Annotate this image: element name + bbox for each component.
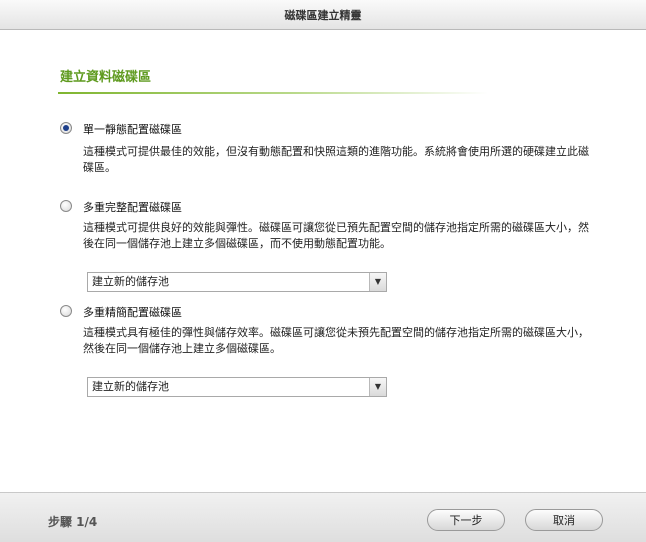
option-multiple-thick-label[interactable]: 多重完整配置磁碟區 — [83, 199, 182, 215]
wizard-footer: 步驟 1/4 下一步 取消 — [0, 492, 646, 542]
window-title: 磁碟區建立精靈 — [284, 8, 362, 22]
option-single-static-label[interactable]: 單一靜態配置磁碟區 — [83, 121, 182, 137]
section-divider — [58, 92, 488, 94]
radio-multiple-thin[interactable] — [60, 305, 72, 317]
window-titlebar: 磁碟區建立精靈 — [0, 0, 646, 30]
section-title: 建立資料磁碟區 — [60, 70, 152, 85]
wizard-content: 建立資料磁碟區 單一靜態配置磁碟區 這種模式可提供最佳的效能，但沒有動態配置和快… — [0, 30, 646, 492]
option-single-static-description: 這種模式可提供最佳的效能，但沒有動態配置和快照這類的進階功能。系統將會使用所選的… — [83, 145, 589, 174]
next-button[interactable]: 下一步 — [427, 509, 505, 531]
radio-single-static[interactable] — [60, 122, 72, 134]
option-multiple-thin-label[interactable]: 多重精簡配置磁碟區 — [83, 304, 182, 320]
radio-multiple-thick[interactable] — [60, 200, 72, 212]
chevron-down-icon[interactable]: ▼ — [369, 273, 386, 291]
step-indicator: 步驟 1/4 — [48, 515, 98, 529]
pool-select-thick-value: 建立新的儲存池 — [92, 275, 169, 288]
pool-select-thin[interactable]: 建立新的儲存池 ▼ — [87, 377, 387, 397]
chevron-down-icon[interactable]: ▼ — [369, 378, 386, 396]
pool-select-thin-value: 建立新的儲存池 — [92, 380, 169, 393]
option-multiple-thick-description: 這種模式可提供良好的效能與彈性。磁碟區可讓您從已預先配置空間的儲存池指定所需的磁… — [83, 221, 589, 250]
pool-select-thick[interactable]: 建立新的儲存池 ▼ — [87, 272, 387, 292]
cancel-button[interactable]: 取消 — [525, 509, 603, 531]
option-multiple-thin-description: 這種模式具有極佳的彈性與儲存效率。磁碟區可讓您從未預先配置空間的儲存池指定所需的… — [83, 326, 589, 355]
